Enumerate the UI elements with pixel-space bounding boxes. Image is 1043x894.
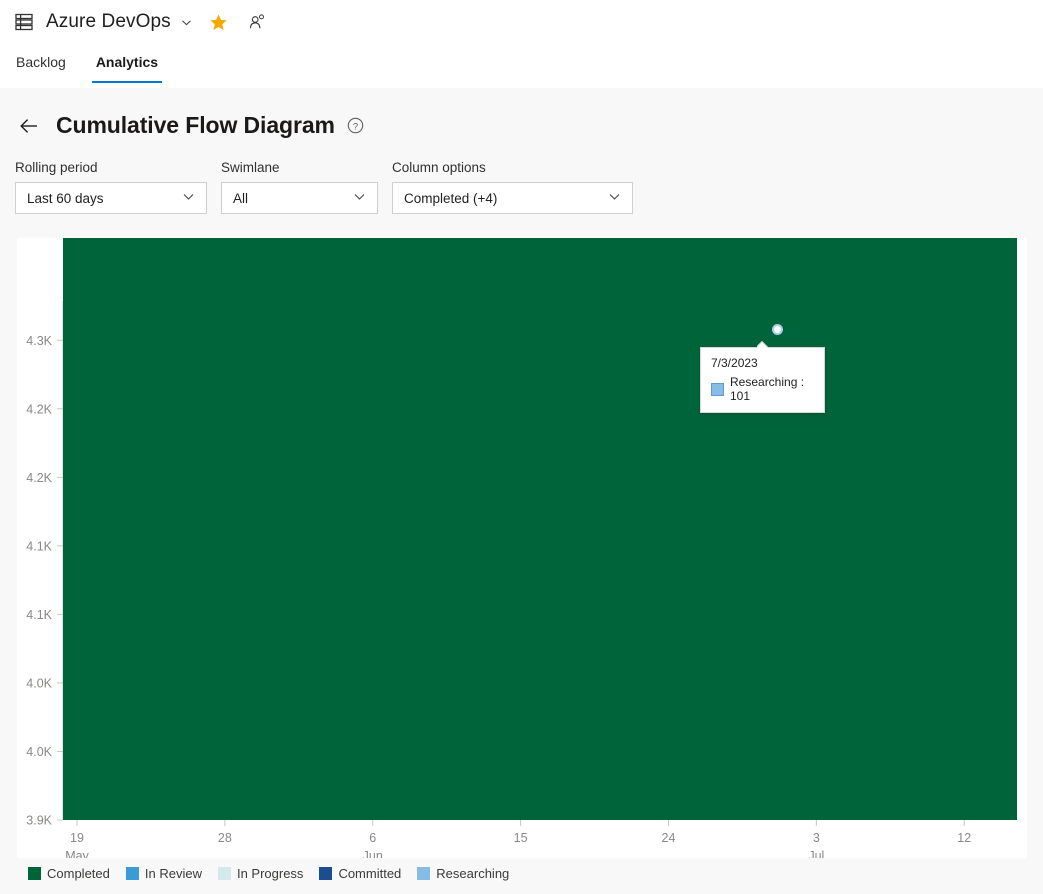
filter-label-swimlane: Swimlane <box>221 160 378 175</box>
x-axis-tick-label: 3 <box>813 831 820 845</box>
chart-tooltip: 7/3/2023 Researching : 101 <box>700 347 825 413</box>
legend-swatch-icon <box>126 867 139 880</box>
swimlane-dropdown[interactable]: All <box>221 182 378 214</box>
legend-swatch-icon <box>417 867 430 880</box>
chart-legend: Completed In Review In Progress Committed Re… <box>28 866 525 881</box>
y-axis-tick-label: 4.1K <box>26 608 52 622</box>
azure-devops-logo-icon[interactable] <box>14 12 34 32</box>
y-axis-tick-label: 4.2K <box>26 471 52 485</box>
tab-bar: Backlog Analytics <box>0 44 1043 88</box>
tab-backlog[interactable]: Backlog <box>14 44 68 83</box>
chart-card: Work items in progress Average Count 187… <box>17 238 1027 858</box>
legend-item[interactable]: In Review <box>126 866 202 881</box>
legend-swatch-icon <box>218 867 231 880</box>
area-series-completed[interactable] <box>63 238 1017 820</box>
legend-item-label: In Review <box>145 866 202 881</box>
x-axis-tick-label: 24 <box>662 831 676 845</box>
hover-data-point-marker[interactable] <box>772 324 783 335</box>
x-axis-month-label: Jun <box>363 849 383 858</box>
y-axis-tick-label: 4.1K <box>26 539 52 553</box>
legend-swatch-icon <box>28 867 41 880</box>
column-options-value: Completed (+4) <box>404 191 497 206</box>
filter-label-column-options: Column options <box>392 160 633 175</box>
filter-swimlane: Swimlane All <box>221 160 378 214</box>
filter-column-options: Column options Completed (+4) <box>392 160 633 214</box>
y-axis-tick-label: 4.0K <box>26 745 52 759</box>
top-navigation-bar: Azure DevOps <box>0 0 1043 44</box>
chevron-down-icon[interactable] <box>180 16 193 29</box>
x-axis-month-label: Jul <box>808 849 824 858</box>
organization-name[interactable]: Azure DevOps <box>46 11 171 33</box>
legend-swatch-icon <box>319 867 332 880</box>
y-axis-tick-label: 3.9K <box>26 814 52 828</box>
column-options-dropdown[interactable]: Completed (+4) <box>392 182 633 214</box>
star-favorite-icon[interactable] <box>209 13 228 32</box>
filter-rolling-period: Rolling period Last 60 days <box>15 160 207 214</box>
chevron-down-icon <box>181 189 196 207</box>
page-title: Cumulative Flow Diagram <box>56 112 335 139</box>
chevron-down-icon <box>352 189 367 207</box>
help-circle-icon[interactable]: ? <box>347 117 364 134</box>
x-axis-tick-label: 12 <box>957 831 971 845</box>
swimlane-value: All <box>233 191 248 206</box>
y-axis-tick-label: 4.2K <box>26 402 52 416</box>
rolling-period-value: Last 60 days <box>27 191 104 206</box>
filter-label-rolling-period: Rolling period <box>15 160 207 175</box>
legend-item[interactable]: Researching <box>417 866 509 881</box>
chevron-down-icon <box>607 189 622 207</box>
legend-item[interactable]: Completed <box>28 866 110 881</box>
page-header: Cumulative Flow Diagram ? Rolling period… <box>0 88 1043 238</box>
tooltip-pointer <box>757 341 769 348</box>
cumulative-flow-area-chart[interactable]: 4.3K 4.2K 4.2K 4.1K 4.1K 4.0K 4.0K 3.9K 19 May 28 6… <box>17 238 1027 858</box>
app-root: Azure DevOps Backlog Analytics <box>0 0 1043 894</box>
people-icon[interactable] <box>248 13 266 31</box>
title-row: Cumulative Flow Diagram ? <box>18 112 364 139</box>
legend-item-label: Committed <box>338 866 401 881</box>
legend-item-label: In Progress <box>237 866 303 881</box>
legend-item[interactable]: Committed <box>319 866 401 881</box>
x-axis-month-label: May <box>65 849 89 858</box>
tooltip-series-text: Researching : 101 <box>730 375 814 403</box>
y-axis-tick-label: 4.0K <box>26 676 52 690</box>
svg-text:?: ? <box>353 121 358 132</box>
filter-bar: Rolling period Last 60 days Swimlane All <box>15 160 647 214</box>
tooltip-series-row: Researching : 101 <box>711 375 814 403</box>
legend-item-label: Completed <box>47 866 110 881</box>
x-axis-tick-label: 15 <box>514 831 528 845</box>
tooltip-date: 7/3/2023 <box>711 356 814 370</box>
legend-item[interactable]: In Progress <box>218 866 303 881</box>
y-axis-tick-label: 4.3K <box>26 334 52 348</box>
tab-analytics[interactable]: Analytics <box>94 44 160 83</box>
x-axis-tick-label: 19 <box>70 831 84 845</box>
legend-item-label: Researching <box>436 866 509 881</box>
tooltip-series-swatch-icon <box>711 383 724 396</box>
x-axis-tick-label: 28 <box>218 831 232 845</box>
x-axis-tick-label: 6 <box>369 831 376 845</box>
back-arrow-icon[interactable] <box>18 115 40 137</box>
rolling-period-dropdown[interactable]: Last 60 days <box>15 182 207 214</box>
